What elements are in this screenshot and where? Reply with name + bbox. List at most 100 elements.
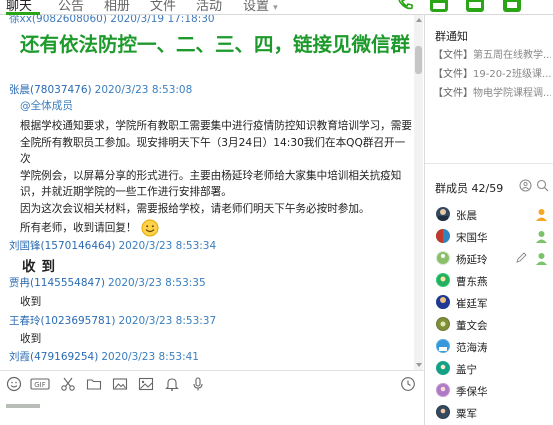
sender-name[interactable]: 刘国锋 bbox=[9, 240, 41, 252]
sender-qq[interactable]: (1145554847) bbox=[30, 277, 105, 289]
search-icon[interactable] bbox=[536, 179, 549, 192]
members-title: 群成员 bbox=[435, 182, 468, 195]
chat-history: 徐xx(9082608060) 2020/3/19 17:18:30 还有依法防… bbox=[0, 15, 424, 370]
message-header: 王春玲(1023695781) 2020/3/23 8:53:37 bbox=[9, 313, 216, 328]
member-item[interactable]: 范海涛 bbox=[425, 337, 553, 357]
right-panel: 群通知 【文件】第五周在线教学... 【文件】19-20-2班级课... 【文件… bbox=[424, 15, 553, 425]
notice-tag: 【文件】 bbox=[433, 69, 473, 80]
message-body: 收到 bbox=[20, 333, 42, 345]
partial-message-header: 徐xx(9082608060) 2020/3/19 17:18:30 bbox=[9, 15, 215, 25]
scroll-up-arrow-icon[interactable] bbox=[416, 18, 422, 22]
avatar bbox=[436, 405, 450, 419]
avatar bbox=[436, 229, 450, 243]
image-folder-icon[interactable] bbox=[112, 376, 128, 392]
notice-tag: 【文件】 bbox=[433, 50, 473, 61]
notice-tag: 【文件】 bbox=[433, 88, 473, 99]
avatar bbox=[436, 273, 450, 287]
message-line-row: 所有老师，收到请回复！ bbox=[20, 219, 412, 237]
smiley-emoji-icon bbox=[141, 219, 159, 237]
sender-name[interactable]: 王春玲 bbox=[9, 315, 41, 327]
group-notice-title: 群通知 bbox=[435, 30, 468, 43]
message-line: 识，并就近期学院的一些工作进行安排部署。 bbox=[20, 186, 232, 198]
edit-pencil-icon[interactable] bbox=[516, 252, 527, 263]
avatar bbox=[436, 361, 450, 375]
app-icon[interactable] bbox=[503, 0, 521, 12]
owner-badge-icon bbox=[535, 208, 548, 221]
member-name: 粟军 bbox=[456, 408, 477, 420]
member-item[interactable]: 董文会 bbox=[425, 315, 553, 335]
emoji-icon[interactable] bbox=[6, 376, 22, 392]
notice-item[interactable]: 【文件】物电学院课程调... bbox=[433, 84, 551, 99]
member-name: 董文会 bbox=[456, 320, 488, 332]
avatar bbox=[436, 251, 450, 265]
phone-icon[interactable] bbox=[396, 0, 414, 12]
mention-all[interactable]: @全体成员 bbox=[20, 98, 73, 113]
message-header: 张晨(78037476) 2020/3/23 8:53:08 bbox=[9, 82, 192, 97]
history-clock-icon[interactable] bbox=[400, 376, 416, 392]
sender-qq[interactable]: (1570146464) bbox=[41, 240, 116, 252]
member-name: 季保华 bbox=[456, 386, 488, 398]
top-tab-bar: 聊天 公告 相册 文件 活动 设置 ▾ bbox=[0, 0, 553, 15]
chat-scrollbar[interactable] bbox=[414, 15, 423, 370]
tab-announcement[interactable]: 公告 bbox=[58, 0, 84, 14]
notice-item[interactable]: 【文件】19-20-2班级课... bbox=[433, 65, 551, 80]
members-count: 42/59 bbox=[471, 182, 504, 195]
sender-name[interactable]: 张晨 bbox=[9, 84, 30, 96]
scroll-down-arrow-icon[interactable] bbox=[416, 363, 422, 367]
message-line: 因为这次会议相关材料，需要报给学校，请老师们明天下午务必按时参加。 bbox=[20, 202, 370, 215]
sender-qq[interactable]: (1023695781) bbox=[41, 315, 116, 327]
avatar bbox=[436, 383, 450, 397]
member-item[interactable]: 崔廷军 bbox=[425, 293, 553, 313]
tab-files[interactable]: 文件 bbox=[150, 0, 176, 14]
message-header: 贾冉(1145554847) 2020/3/23 8:53:35 bbox=[9, 275, 206, 290]
message-input[interactable] bbox=[0, 395, 424, 425]
member-item[interactable]: 曹东燕 bbox=[425, 271, 553, 291]
member-name: 宋国华 bbox=[456, 232, 488, 244]
screen-share-icon[interactable] bbox=[466, 0, 484, 12]
tab-album[interactable]: 相册 bbox=[104, 0, 130, 14]
member-item[interactable]: 粟军 bbox=[425, 403, 553, 423]
member-name: 张晨 bbox=[456, 210, 477, 222]
member-item[interactable]: 杨延玲 bbox=[425, 249, 553, 269]
member-item[interactable]: 张晨 bbox=[425, 205, 553, 225]
member-name: 杨延玲 bbox=[456, 254, 488, 266]
sender-qq[interactable]: (78037476) bbox=[30, 84, 92, 96]
notice-text: 物电学院课程调... bbox=[473, 88, 551, 99]
members-header: 群成员 42/59 bbox=[435, 180, 503, 196]
folder-icon[interactable] bbox=[86, 376, 102, 392]
message-header: 刘国锋(1570146464) 2020/3/23 8:53:34 bbox=[9, 238, 216, 253]
admin-badge-icon bbox=[535, 230, 548, 243]
gif-icon[interactable]: GIF bbox=[30, 376, 50, 392]
avatar bbox=[436, 207, 450, 221]
sender-name[interactable]: 贾冉 bbox=[9, 277, 30, 289]
sender-name[interactable]: 刘霞 bbox=[9, 351, 30, 363]
bell-icon[interactable] bbox=[164, 376, 180, 392]
svg-text:GIF: GIF bbox=[34, 381, 46, 389]
message-time: 2020/3/23 8:53:41 bbox=[101, 351, 199, 363]
tab-activity[interactable]: 活动 bbox=[196, 0, 222, 14]
message-time: 2020/3/23 8:53:34 bbox=[118, 240, 217, 252]
message-time: 2020/3/23 8:53:37 bbox=[118, 315, 217, 327]
mic-icon[interactable] bbox=[190, 376, 206, 392]
member-item[interactable]: 宋国华 bbox=[425, 227, 553, 247]
notice-text: 第五周在线教学... bbox=[473, 50, 551, 61]
message-body: 收到 bbox=[22, 259, 61, 275]
input-cursor-text bbox=[6, 404, 40, 408]
message-header: 刘霞(479169254) 2020/3/23 8:53:41 bbox=[9, 349, 199, 364]
notice-item[interactable]: 【文件】第五周在线教学... bbox=[433, 46, 551, 61]
member-name: 崔廷军 bbox=[456, 298, 488, 310]
sender-qq[interactable]: (479169254) bbox=[30, 351, 98, 363]
add-member-icon[interactable] bbox=[519, 179, 532, 192]
message-time: 2020/3/23 8:53:08 bbox=[94, 84, 193, 96]
member-item[interactable]: 季保华 bbox=[425, 381, 553, 401]
picture-icon[interactable] bbox=[138, 376, 154, 392]
avatar bbox=[436, 339, 450, 353]
video-call-icon[interactable] bbox=[430, 0, 448, 12]
scroll-thumb[interactable] bbox=[415, 46, 422, 74]
member-item[interactable]: 盖宁 bbox=[425, 359, 553, 379]
tab-settings[interactable]: 设置 ▾ bbox=[243, 0, 278, 14]
title-message-text: 还有依法防控一、二、三、四，链接见微信群 bbox=[20, 33, 411, 56]
divider bbox=[425, 163, 553, 164]
member-name: 范海涛 bbox=[456, 342, 488, 354]
scissors-icon[interactable] bbox=[60, 376, 76, 392]
